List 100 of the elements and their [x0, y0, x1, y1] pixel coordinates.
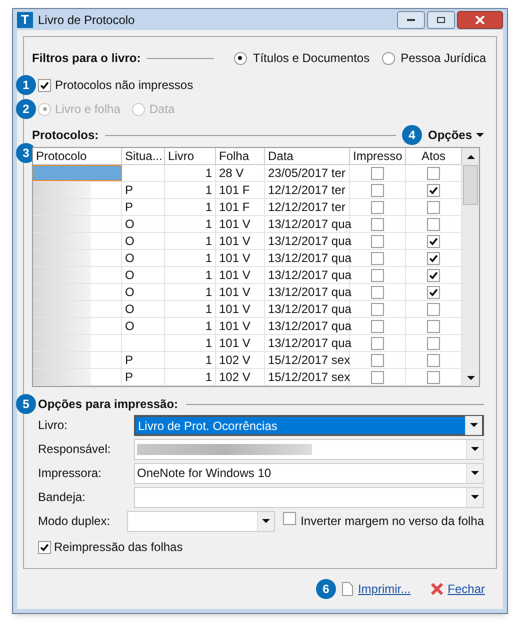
dropdown-button[interactable]	[256, 512, 274, 530]
close-link-button[interactable]: Fechar	[430, 580, 485, 598]
radio-button[interactable]	[234, 52, 247, 64]
table-cell: 15/12/2017 sex	[265, 369, 350, 385]
table-cell: O	[122, 216, 165, 232]
column-header[interactable]: Protocolo	[33, 148, 122, 164]
checkbox[interactable]	[427, 184, 440, 196]
table-cell: P	[122, 352, 165, 368]
close-button[interactable]	[457, 10, 503, 28]
table-row[interactable]: O 1 101 V 13/12/2017 qua	[33, 267, 462, 284]
checkbox[interactable]	[371, 234, 384, 248]
dropdown-button[interactable]	[466, 464, 483, 482]
table-row[interactable]: O 1 101 V 13/12/2017 qua	[33, 284, 462, 301]
checkbox[interactable]	[427, 200, 440, 214]
checkbox[interactable]	[427, 354, 440, 366]
maximize-button[interactable]	[427, 10, 455, 28]
table-row[interactable]: P 1 101 F 12/12/2017 ter	[33, 199, 462, 216]
field-label: Bandeja:	[38, 489, 86, 506]
checkbox[interactable]	[427, 286, 440, 298]
column-header[interactable]: Data	[265, 148, 350, 164]
table-cell: 1	[165, 318, 216, 334]
column-header[interactable]: Impresso	[350, 148, 406, 164]
checkbox-label: Protocolos não impressos	[55, 77, 194, 94]
checkbox[interactable]	[427, 370, 440, 384]
checkbox[interactable]	[371, 268, 384, 282]
table-cell: 1	[165, 335, 216, 351]
table-cell: 1	[165, 352, 216, 368]
table-row[interactable]: 1 101 V 13/12/2017 qua	[33, 335, 462, 352]
dropdown-value: Livro de Prot. Ocorrências	[136, 416, 465, 434]
checkbox-label: Inverter margem no verso da folha	[300, 513, 484, 530]
table-cell: 1	[165, 165, 216, 181]
dropdown-field[interactable]	[134, 438, 484, 460]
checkbox[interactable]	[371, 252, 384, 264]
dropdown-field[interactable]	[127, 510, 275, 532]
table-row[interactable]: O 1 101 V 13/12/2017 qua	[33, 301, 462, 318]
dropdown-arrow-icon	[471, 471, 479, 475]
table-cell: P	[122, 199, 165, 215]
step-number-badge: 6	[316, 579, 336, 599]
checkbox[interactable]	[371, 200, 384, 214]
table-row[interactable]: P 1 102 V 15/12/2017 sex	[33, 369, 462, 386]
dropdown-button[interactable]	[465, 416, 482, 434]
checkbox[interactable]	[371, 166, 384, 180]
checkbox[interactable]	[427, 320, 440, 332]
table-cell: 101 V	[216, 250, 265, 266]
table-row[interactable]: P 1 102 V 15/12/2017 sex	[33, 352, 462, 369]
radio-button[interactable]	[382, 52, 395, 64]
scroll-up-icon	[466, 154, 474, 158]
table-cell: O	[122, 233, 165, 249]
checkbox[interactable]	[371, 184, 384, 196]
checkbox[interactable]	[427, 166, 440, 180]
table-cell: 15/12/2017 sex	[265, 352, 350, 368]
checkbox[interactable]	[427, 234, 440, 248]
checkbox[interactable]	[371, 336, 384, 350]
options-menu-button[interactable]: Opções	[428, 126, 484, 144]
column-header[interactable]: Situa...	[122, 148, 165, 164]
table-cell: 13/12/2017 qua	[265, 335, 350, 351]
table-cell: 101 F	[216, 182, 265, 198]
dropdown-button[interactable]	[466, 488, 483, 506]
table-row[interactable]: O 1 101 V 13/12/2017 qua	[33, 233, 462, 250]
scrollbar-thumb[interactable]	[463, 165, 478, 205]
checkbox[interactable]	[371, 218, 384, 230]
dropdown-field[interactable]	[134, 486, 484, 508]
table-cell: O	[122, 250, 165, 266]
table-row[interactable]: P 1 101 F 12/12/2017 ter	[33, 182, 462, 199]
dropdown-field[interactable]: Livro de Prot. Ocorrências	[134, 414, 484, 436]
checkbox[interactable]	[427, 302, 440, 316]
table-cell: 102 V	[216, 369, 265, 385]
checkbox[interactable]	[38, 540, 51, 554]
checkbox[interactable]	[371, 320, 384, 332]
dropdown-button[interactable]	[466, 440, 483, 458]
scrollbar[interactable]	[462, 148, 479, 386]
table-row[interactable]: O 1 101 V 13/12/2017 qua	[33, 250, 462, 267]
document-icon	[342, 582, 353, 596]
radio-label: Data	[149, 101, 175, 118]
column-header[interactable]: Folha	[216, 148, 265, 164]
section-heading: Protocolos:	[32, 127, 99, 144]
checkbox[interactable]	[427, 268, 440, 282]
checkbox[interactable]	[371, 302, 384, 316]
checkbox[interactable]	[427, 218, 440, 230]
checkbox[interactable]	[371, 286, 384, 298]
table-cell: 101 V	[216, 216, 265, 232]
table-cell: 1	[165, 301, 216, 317]
checkbox[interactable]	[427, 252, 440, 264]
checkbox[interactable]	[427, 336, 440, 350]
checkbox[interactable]	[371, 370, 384, 384]
table-cell: 1	[165, 216, 216, 232]
table-row[interactable]: 1 28 V 23/05/2017 ter	[33, 165, 462, 182]
minimize-button[interactable]	[397, 10, 425, 28]
dropdown-field[interactable]: OneNote for Windows 10	[134, 462, 484, 484]
print-button[interactable]: Imprimir...	[342, 580, 411, 598]
checkbox[interactable]	[371, 354, 384, 366]
dropdown-arrow-icon	[262, 519, 270, 523]
column-header[interactable]: Livro	[165, 148, 216, 164]
table-cell: 1	[165, 250, 216, 266]
step-number-badge: 1	[16, 75, 36, 95]
table-row[interactable]: O 1 101 V 13/12/2017 qua	[33, 318, 462, 335]
checkbox[interactable]	[38, 78, 51, 92]
checkbox[interactable]	[282, 512, 296, 525]
table-row[interactable]: O 1 101 V 13/12/2017 qua	[33, 216, 462, 233]
table-cell: 13/12/2017 qua	[265, 284, 350, 300]
